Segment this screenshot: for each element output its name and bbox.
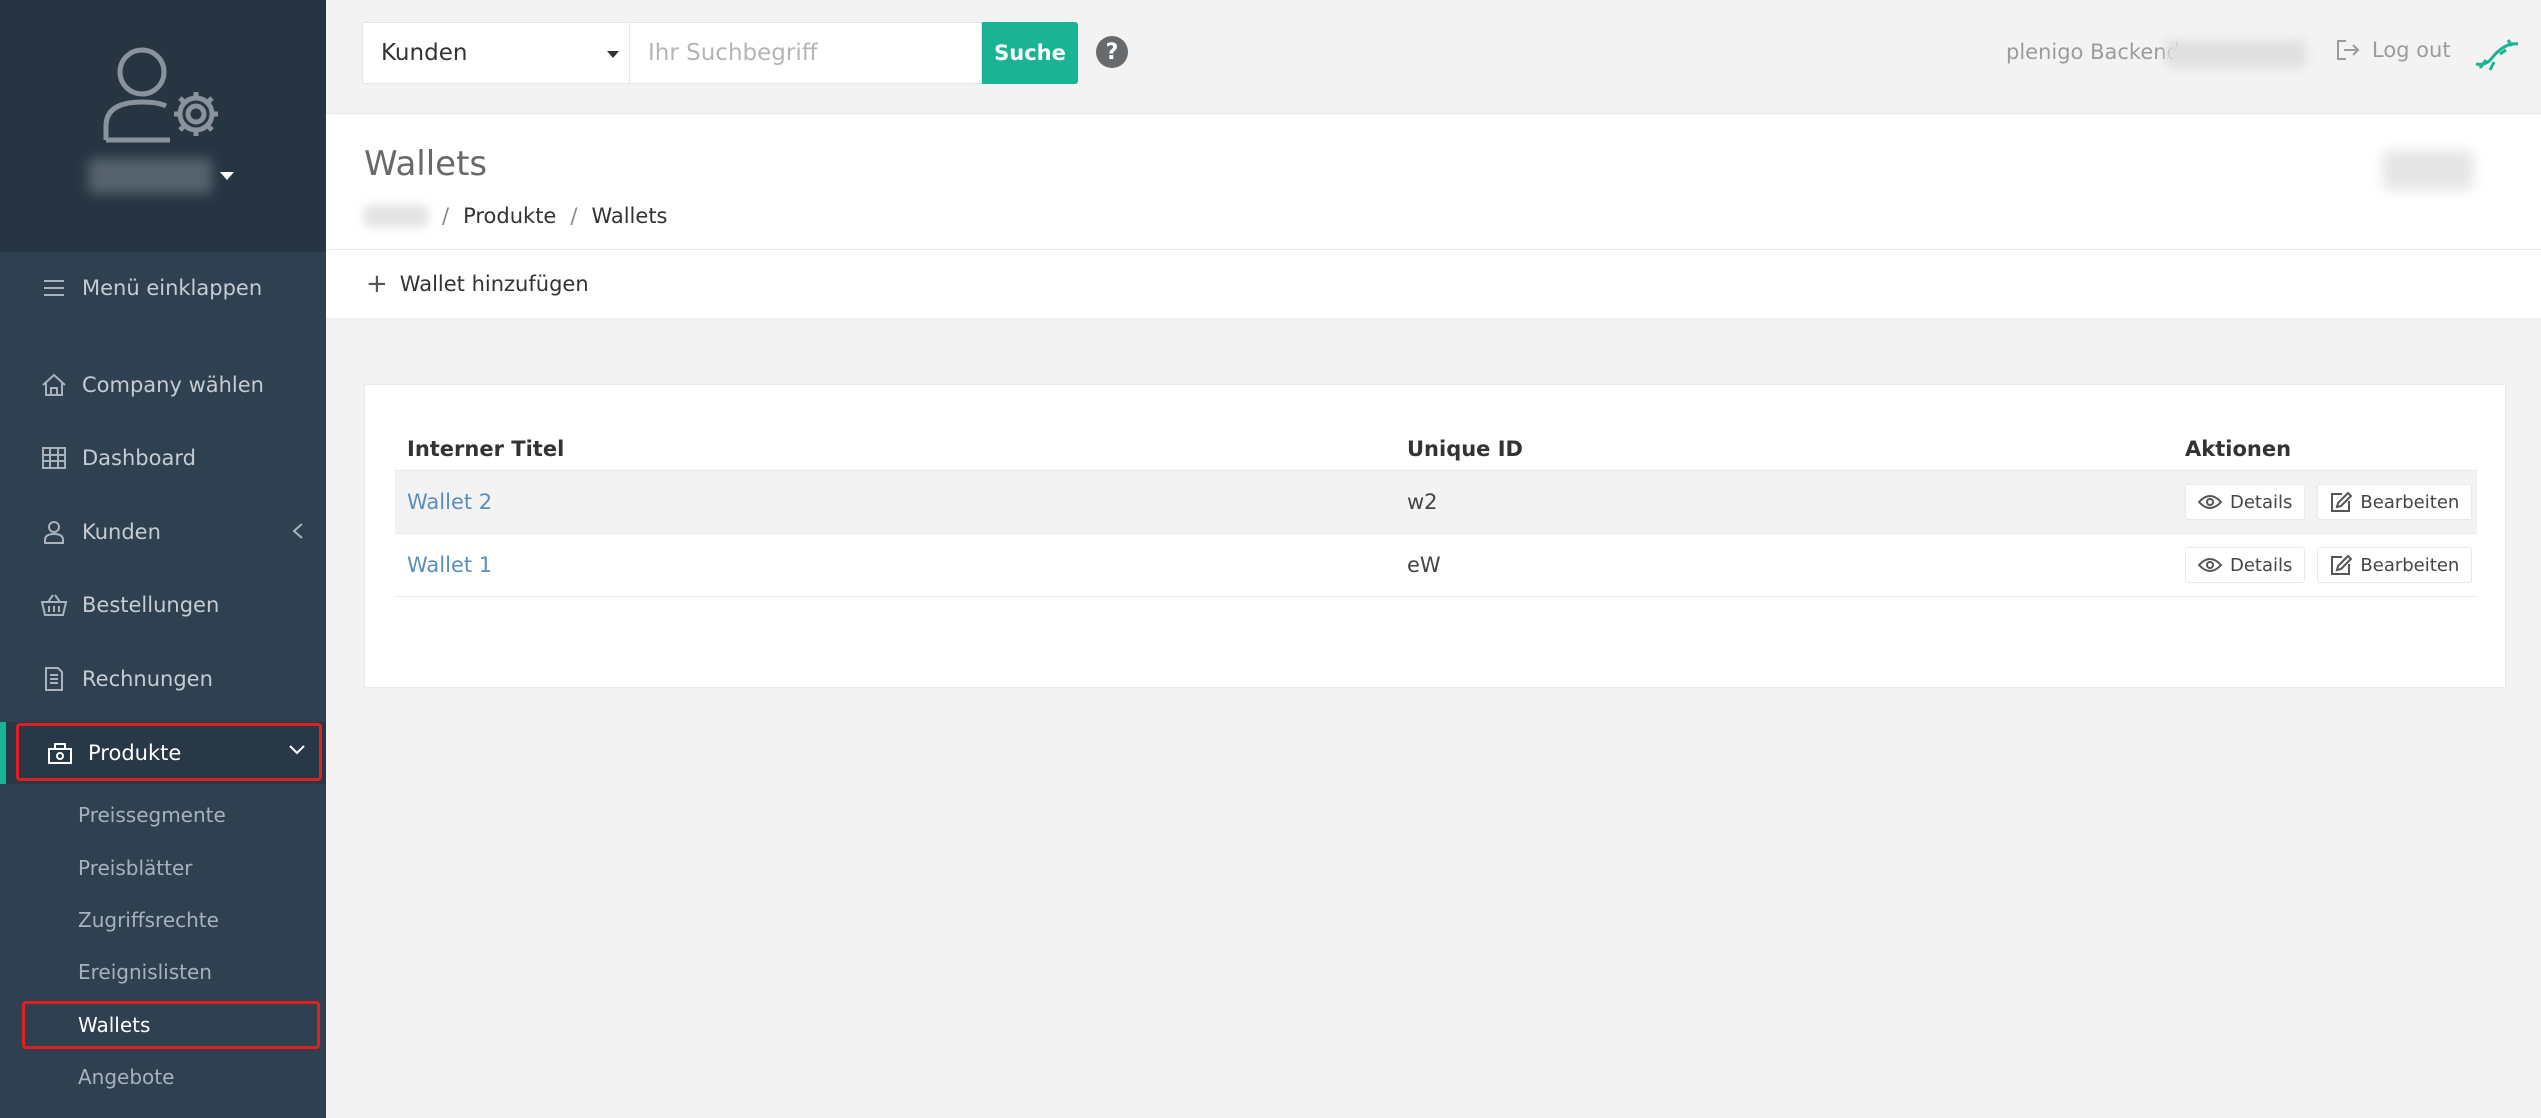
sidebar: Menü einklappen Company wählen Dashboard… — [0, 0, 326, 1118]
hamburger-icon — [40, 274, 68, 302]
chevron-left-icon — [292, 523, 303, 539]
search-input[interactable] — [630, 22, 982, 84]
logout-icon — [2337, 40, 2360, 60]
invoice-icon — [40, 665, 68, 693]
heading-action-redacted[interactable] — [2383, 150, 2473, 190]
header-interner-titel: Interner Titel — [407, 437, 565, 461]
sidebar-item-bestellungen[interactable]: Bestellungen — [0, 575, 326, 635]
edit-icon — [2331, 554, 2353, 575]
add-wallet-button[interactable]: + Wallet hinzufügen — [326, 250, 2541, 318]
sidebar-item-produkte[interactable]: Produkte — [0, 722, 326, 784]
grid-icon — [40, 444, 68, 472]
header-aktionen: Aktionen — [2185, 437, 2292, 461]
products-icon — [46, 739, 74, 767]
add-wallet-label: Wallet hinzufügen — [399, 272, 589, 296]
eye-icon — [2198, 495, 2222, 509]
menu-collapse-button[interactable]: Menü einklappen — [0, 258, 326, 318]
logout-link[interactable]: Log out — [2336, 38, 2451, 62]
menu-collapse-label: Menü einklappen — [82, 276, 263, 300]
details-button[interactable]: Details — [2185, 484, 2306, 520]
help-icon[interactable]: ? — [1096, 36, 1128, 68]
wallets-card: Interner Titel Unique ID Aktionen Wallet… — [364, 384, 2506, 688]
sidebar-subitem-wallets[interactable]: Wallets — [0, 1001, 326, 1049]
backend-id-redacted — [2166, 40, 2306, 68]
table-header: Interner Titel Unique ID Aktionen — [395, 437, 2477, 471]
wallet-title-link[interactable]: Wallet 2 — [395, 490, 1407, 514]
sidebar-subitem-preisblaetter[interactable]: Preisblätter — [0, 844, 326, 892]
backend-label: plenigo Backend — [2006, 40, 2180, 64]
sidebar-subitem-angebote[interactable]: Angebote — [0, 1053, 326, 1101]
wallet-uid: eW — [1407, 553, 1441, 577]
sidebar-item-kunden[interactable]: Kunden — [0, 502, 326, 562]
header-unique-id: Unique ID — [1407, 437, 1523, 461]
wallet-title-link[interactable]: Wallet 1 — [395, 553, 1407, 577]
caret-down-icon — [607, 51, 619, 58]
user-name-redacted — [88, 158, 212, 194]
chevron-down-icon — [289, 745, 305, 755]
sidebar-profile — [0, 0, 326, 252]
sidebar-item-rechnungen[interactable]: Rechnungen — [0, 649, 326, 709]
caret-down-icon[interactable] — [220, 172, 234, 180]
edit-button[interactable]: Bearbeiten — [2317, 484, 2473, 520]
wallets-table: Interner Titel Unique ID Aktionen Wallet… — [395, 437, 2477, 597]
sidebar-item-dashboard[interactable]: Dashboard — [0, 428, 326, 488]
sidebar-item-label: Rechnungen — [82, 667, 213, 691]
breadcrumb-home-redacted[interactable] — [364, 205, 428, 227]
topbar: Kunden Suche ? plenigo Backend Log out — [326, 0, 2541, 114]
sidebar-subitem-zugriffsrechte[interactable]: Zugriffsrechte — [0, 896, 326, 944]
page-title: Wallets — [364, 144, 488, 184]
breadcrumb-wallets: Wallets — [591, 204, 668, 228]
user-settings-icon — [103, 47, 218, 143]
details-button[interactable]: Details — [2185, 547, 2306, 583]
sidebar-item-company[interactable]: Company wählen — [0, 355, 326, 415]
page-heading: Wallets / Produkte / Wallets — [326, 114, 2541, 250]
sidebar-item-label: Kunden — [82, 520, 161, 544]
edit-icon — [2331, 491, 2353, 512]
sidebar-subitem-preissegmente[interactable]: Preissegmente — [0, 791, 326, 839]
sidebar-item-label: Produkte — [88, 741, 182, 765]
wallet-uid: w2 — [1407, 490, 1438, 514]
plenigo-logo-icon[interactable] — [2472, 32, 2522, 76]
search-scope-value: Kunden — [381, 40, 468, 66]
breadcrumb-produkte[interactable]: Produkte — [463, 204, 556, 228]
plus-icon: + — [366, 269, 388, 299]
edit-button[interactable]: Bearbeiten — [2317, 547, 2473, 583]
table-row: Wallet 1 eW Details Bearbeiten — [395, 534, 2477, 597]
sidebar-item-label: Bestellungen — [82, 593, 220, 617]
search-scope-select[interactable]: Kunden — [362, 22, 630, 84]
basket-icon — [40, 591, 68, 619]
table-row: Wallet 2 w2 Details Bearbeiten — [395, 471, 2477, 534]
user-icon — [40, 518, 68, 546]
search-button[interactable]: Suche — [982, 22, 1078, 84]
home-icon — [40, 371, 68, 399]
sidebar-subitem-ereignislisten[interactable]: Ereignislisten — [0, 948, 326, 996]
breadcrumb: / Produkte / Wallets — [364, 204, 668, 228]
logout-label: Log out — [2372, 38, 2451, 62]
sidebar-item-label: Dashboard — [82, 446, 196, 470]
sidebar-item-label: Company wählen — [82, 373, 264, 397]
eye-icon — [2198, 558, 2222, 572]
